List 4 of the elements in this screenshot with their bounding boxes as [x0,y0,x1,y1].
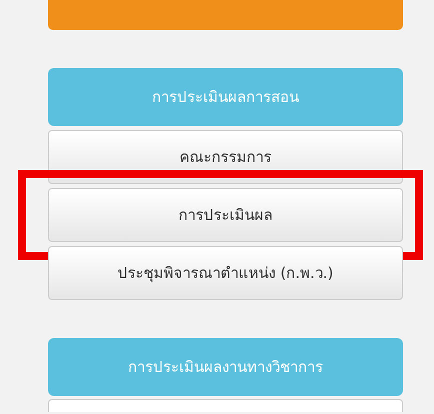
menu-button[interactable]: ประชุมพิจารณาตำแหน่ง (ก.พ.ว.) [48,246,403,300]
section-header: การประเมินผลการสอน [48,68,403,126]
menu-button[interactable]: การประเมินผล [48,188,403,242]
section-header: การประเมินผลงานทางวิชาการ [48,338,403,396]
